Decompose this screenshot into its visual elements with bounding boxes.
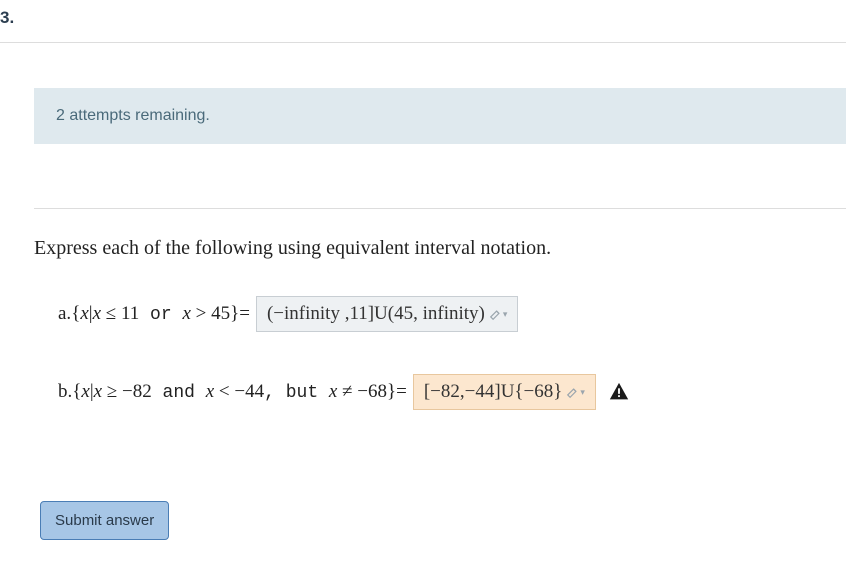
set-open: { [72,381,81,402]
cond3-rel: ≠ [337,381,357,402]
edit-icon: ▾ [489,307,508,321]
attempts-text: 2 attempts remaining. [56,107,210,125]
cond1-var: x [94,381,102,402]
cond2-var: x [182,303,190,324]
connector-and: and [152,383,206,403]
connector-or: or [139,305,182,325]
part-a-label: a. [58,303,71,325]
warning-icon [608,381,630,403]
cond2-rel: > [191,303,211,324]
answer-input-a[interactable]: (−infinity ,11]U(45, infinity) ▾ [256,296,518,332]
cond2-val: −44 [234,381,264,402]
cond1-var: x [93,303,101,324]
question-number: 3. [0,8,14,28]
cond1-rel: ≥ [102,381,122,402]
attempts-banner: 2 attempts remaining. [34,88,846,144]
submit-button[interactable]: Submit answer [40,501,169,540]
part-b: b. {x|x ≥ −82 and x < −44, but x ≠ −68} … [58,374,630,410]
edit-icon: ▾ [566,385,585,399]
set-close: } [230,303,239,324]
part-a: a. {x|x ≤ 11 or x > 45} = (−infinity ,11… [58,296,518,332]
answer-a-text: (−infinity ,11]U(45, infinity) [267,303,485,325]
cond3-val: −68 [357,381,387,402]
cond1-val: −82 [122,381,152,402]
set-close: } [387,381,396,402]
answer-b-text: [−82,−44]U{−68} [424,381,563,403]
set-open: { [71,303,80,324]
set-var: x [81,381,89,402]
part-b-label: b. [58,381,72,403]
but-text: , but [264,383,329,403]
question-prompt: Express each of the following using equi… [34,237,551,260]
equals: = [396,381,407,403]
cond1-val: 11 [121,303,139,324]
answer-input-b[interactable]: [−82,−44]U{−68} ▾ [413,374,596,410]
cond2-val: 45 [211,303,230,324]
equals: = [239,303,250,325]
cond1-rel: ≤ [101,303,121,324]
set-var: x [80,303,88,324]
cond2-rel: < [214,381,234,402]
divider-mid [34,208,846,209]
divider-top [0,42,846,43]
cond2-var: x [206,381,214,402]
